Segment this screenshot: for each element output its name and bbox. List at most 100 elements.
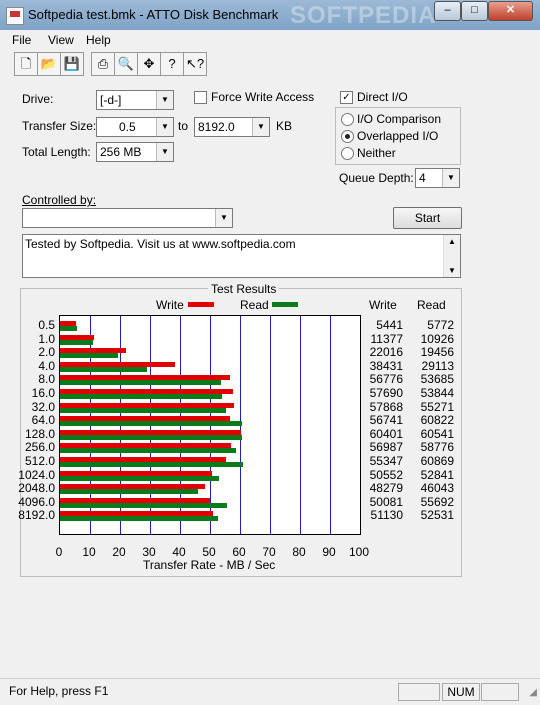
read-bar <box>60 326 78 331</box>
read-bar <box>60 339 93 345</box>
scrollbar[interactable]: ▲ ▼ <box>443 235 460 277</box>
write-value: 60401 <box>369 426 403 441</box>
transfer-to-select[interactable]: 8192.0 ▼ <box>194 117 270 137</box>
read-value: 53685 <box>420 372 454 387</box>
force-write-checkbox[interactable] <box>194 91 207 104</box>
x-tick-label: 70 <box>262 545 276 559</box>
close-icon[interactable]: ✕ <box>488 1 533 21</box>
queue-depth-select[interactable]: 4 ▼ <box>415 168 460 188</box>
status-help-text: For Help, press F1 <box>9 684 109 698</box>
test-results-title: Test Results <box>208 282 280 296</box>
y-category-label: 32.0 <box>31 399 55 414</box>
menu-file[interactable]: File <box>12 33 31 47</box>
read-bar <box>60 421 243 427</box>
chevron-down-icon: ▼ <box>442 169 459 187</box>
print-icon[interactable]: ⎙ <box>91 52 115 76</box>
controlled-by-select[interactable]: ▼ <box>22 208 233 228</box>
y-category-label: 0.5 <box>38 318 55 332</box>
minimize-icon[interactable]: – <box>434 1 461 21</box>
start-button[interactable]: Start <box>393 207 462 229</box>
drive-label: Drive: <box>22 92 54 106</box>
maximize-icon[interactable]: □ <box>461 1 488 21</box>
neither-radio[interactable] <box>341 147 354 160</box>
description-text: Tested by Softpedia. Visit us at www.sof… <box>25 237 296 251</box>
write-value: 57690 <box>369 386 403 400</box>
write-value: 22016 <box>369 345 403 360</box>
y-category-label: 1024.0 <box>18 467 55 482</box>
watermark: SOFTPEDIA <box>290 2 437 29</box>
description-textarea[interactable]: Tested by Softpedia. Visit us at www.sof… <box>22 234 461 278</box>
x-tick-label: 90 <box>322 545 336 559</box>
x-tick-label: 50 <box>202 545 216 559</box>
x-tick-label: 100 <box>348 545 370 559</box>
scroll-down-icon[interactable]: ▼ <box>448 266 456 275</box>
title-bar[interactable]: Softpedia test.bmk - ATTO Disk Benchmark… <box>0 0 540 30</box>
read-value: 55271 <box>420 399 454 414</box>
y-category-label: 2048.0 <box>18 481 55 496</box>
legend-write-swatch <box>188 302 214 307</box>
x-tick-label: 0 <box>55 545 63 559</box>
queue-depth-label: Queue Depth: <box>339 171 414 185</box>
transfer-from-select[interactable]: 0.5 ▼ <box>96 117 174 137</box>
read-value: 60822 <box>420 413 454 428</box>
help-icon[interactable]: ? <box>160 52 184 76</box>
read-bar <box>60 516 218 522</box>
save-icon[interactable]: 💾 <box>60 52 84 76</box>
read-value: 52841 <box>420 467 454 482</box>
write-value: 50552 <box>369 467 403 482</box>
x-tick-label: 30 <box>142 545 156 559</box>
read-value: 60869 <box>420 454 454 468</box>
open-icon[interactable]: 📂 <box>37 52 61 76</box>
new-icon[interactable]: 🗋 <box>14 52 38 76</box>
total-length-select[interactable]: 256 MB ▼ <box>96 142 174 162</box>
write-column-header: Write <box>369 298 397 312</box>
write-value: 48279 <box>369 481 403 496</box>
controlled-by-label: Controlled by: <box>22 193 97 207</box>
scroll-up-icon[interactable]: ▲ <box>448 237 456 246</box>
write-value: 5441 <box>376 318 403 332</box>
legend-read-swatch <box>272 302 298 307</box>
y-category-label: 128.0 <box>24 426 55 441</box>
read-bar <box>60 434 242 440</box>
x-tick-label: 60 <box>232 545 246 559</box>
move-icon[interactable]: ✥ <box>137 52 161 76</box>
write-value: 11377 <box>370 331 403 346</box>
chevron-down-icon: ▼ <box>156 118 173 136</box>
drive-select[interactable]: [-d-] ▼ <box>96 90 174 110</box>
write-value: 56987 <box>369 440 403 455</box>
x-tick-label: 80 <box>292 545 306 559</box>
status-panel-caps <box>398 683 440 701</box>
y-category-label: 8192.0 <box>18 508 55 523</box>
read-bar <box>60 502 228 508</box>
io-comparison-radio[interactable] <box>341 113 354 126</box>
print-preview-icon[interactable]: 🔍 <box>114 52 138 76</box>
read-bar <box>60 448 237 454</box>
x-tick-label: 20 <box>112 545 126 559</box>
grid-line <box>300 316 301 534</box>
chevron-down-icon: ▼ <box>252 118 269 136</box>
read-bar <box>60 407 226 413</box>
overlapped-io-label: Overlapped I/O <box>357 129 439 143</box>
chart-plot-area <box>59 315 361 535</box>
overlapped-io-radio[interactable] <box>341 130 354 143</box>
read-value: 10926 <box>420 331 454 346</box>
read-value: 5772 <box>427 318 454 332</box>
read-value: 46043 <box>420 481 454 496</box>
read-bar <box>60 462 243 467</box>
menu-view[interactable]: View <box>48 33 74 47</box>
read-value: 19456 <box>420 345 454 360</box>
menu-help[interactable]: Help <box>86 33 111 47</box>
y-category-label: 64.0 <box>31 413 55 428</box>
y-category-label: 2.0 <box>38 345 55 360</box>
resize-grip-icon[interactable]: ◢ <box>529 687 537 698</box>
neither-label: Neither <box>357 146 396 160</box>
write-value: 56741 <box>369 413 403 428</box>
status-bar: For Help, press F1 NUM ◢ <box>0 678 540 705</box>
write-value: 38431 <box>369 358 403 373</box>
x-axis-label: Transfer Rate - MB / Sec <box>143 558 276 572</box>
read-value: 60541 <box>420 426 454 441</box>
context-help-icon[interactable]: ↖? <box>183 52 207 76</box>
chevron-down-icon: ▼ <box>156 143 173 161</box>
window-title: Softpedia test.bmk - ATTO Disk Benchmark <box>28 7 279 22</box>
direct-io-checkbox[interactable]: ✓ <box>340 91 353 104</box>
